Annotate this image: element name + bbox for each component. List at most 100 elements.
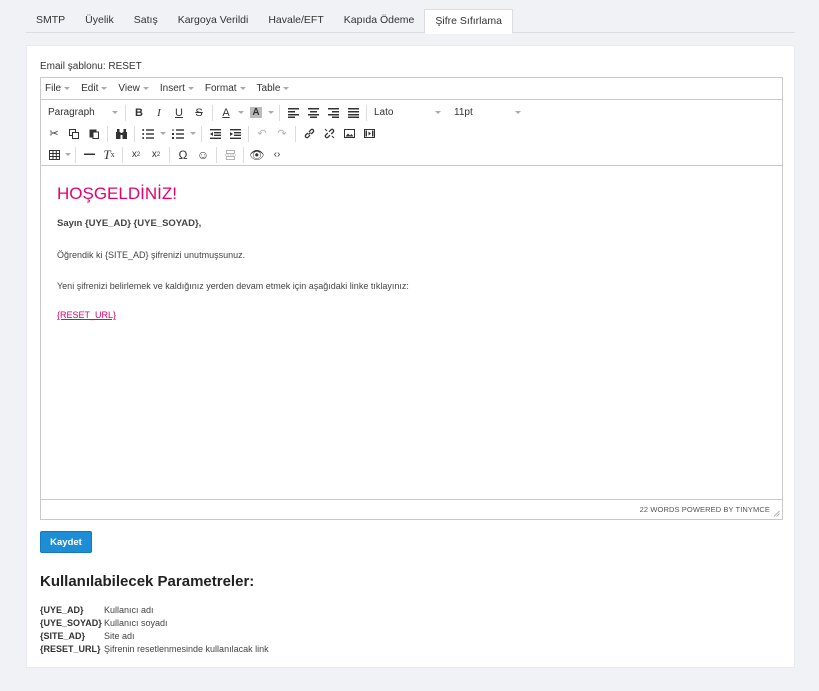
find-replace-icon[interactable]: [111, 124, 131, 143]
toolbar-separator: [248, 125, 249, 142]
chevron-down-icon[interactable]: [64, 145, 72, 164]
menu-table-label: Table: [256, 83, 281, 94]
param-desc: Şifrenin resetlenmesinde kullanılacak li…: [104, 643, 269, 654]
align-center-icon[interactable]: [303, 103, 323, 122]
cut-icon[interactable]: ✂: [44, 124, 64, 143]
numbered-list-icon[interactable]: [168, 124, 188, 143]
tab-satis[interactable]: Satış: [124, 9, 168, 33]
chevron-down-icon: [515, 111, 521, 114]
toolbar-separator: [122, 146, 123, 163]
tab-uyelik[interactable]: Üyelik: [75, 9, 124, 33]
menu-format[interactable]: Format: [205, 83, 246, 94]
toolbar-separator: [243, 146, 244, 163]
bullet-list-icon[interactable]: [138, 124, 158, 143]
word-count-status: 22 WORDS POWERED BY TINYMCE: [639, 505, 770, 514]
tab-sifre-sifirlama[interactable]: Şifre Sıfırlama: [424, 9, 513, 34]
media-icon[interactable]: [359, 124, 379, 143]
special-character-icon[interactable]: Ω: [173, 145, 193, 164]
font-size-value: 11pt: [454, 107, 473, 118]
source-code-icon[interactable]: ‹›: [267, 145, 287, 164]
param-key: {UYE_SOYAD}: [40, 617, 102, 628]
chevron-down-icon: [187, 87, 194, 90]
editor-statusbar: 22 WORDS POWERED BY TINYMCE: [41, 499, 782, 519]
align-justify-icon[interactable]: [343, 103, 363, 122]
horizontal-rule-icon[interactable]: [79, 145, 99, 164]
tab-smtp[interactable]: SMTP: [26, 9, 75, 33]
outdent-icon[interactable]: [205, 124, 225, 143]
params-title: Kullanılabilecek Parametreler:: [40, 573, 255, 590]
toolbar-separator: [75, 146, 76, 163]
chevron-down-icon[interactable]: [188, 124, 198, 143]
tab-havale-eft[interactable]: Havale/EFT: [258, 9, 333, 33]
undo-icon[interactable]: ↶: [252, 124, 272, 143]
editor-menubar: File Edit View Insert Format Table: [41, 78, 782, 100]
indent-icon[interactable]: [225, 124, 245, 143]
menu-file-label: File: [45, 83, 62, 94]
menu-file[interactable]: File: [45, 83, 71, 94]
template-label: Email şablonu: RESET: [40, 61, 142, 72]
subscript-icon[interactable]: x2: [126, 145, 146, 164]
menu-format-label: Format: [204, 83, 237, 94]
chevron-down-icon[interactable]: [158, 124, 168, 143]
font-family-select[interactable]: Lato: [370, 103, 445, 122]
block-format-select[interactable]: Paragraph: [44, 103, 122, 122]
bold-icon[interactable]: B: [129, 103, 149, 122]
menu-edit[interactable]: Edit: [81, 83, 108, 94]
param-row: {SITE_AD} Site adı: [40, 629, 269, 642]
rich-text-editor: File Edit View Insert Format Table Parag…: [40, 77, 783, 520]
tab-kargoya-verildi[interactable]: Kargoya Verildi: [168, 9, 259, 33]
chevron-down-icon: [239, 87, 246, 90]
email-paragraph: Yeni şifrenizi belirlemek ve kaldığınız …: [57, 281, 409, 291]
link-icon[interactable]: [299, 124, 319, 143]
param-row: {UYE_SOYAD} Kullanıcı soyadı: [40, 616, 269, 629]
font-size-select[interactable]: 11pt: [450, 103, 525, 122]
resize-handle-icon[interactable]: [773, 510, 780, 517]
menu-insert[interactable]: Insert: [160, 83, 194, 94]
text-color-icon[interactable]: A: [216, 103, 236, 122]
background-color-icon[interactable]: A: [246, 103, 266, 122]
copy-icon[interactable]: [64, 124, 84, 143]
chevron-down-icon[interactable]: [266, 103, 276, 122]
param-desc: Kullanıcı soyadı: [104, 617, 168, 628]
toolbar-separator: [107, 125, 108, 142]
save-button[interactable]: Kaydet: [40, 531, 92, 553]
preview-icon[interactable]: 👁: [247, 145, 267, 164]
table-icon[interactable]: [44, 145, 64, 164]
emoticon-icon[interactable]: ☺: [193, 145, 213, 164]
chevron-down-icon: [435, 111, 441, 114]
redo-icon[interactable]: ↷: [272, 124, 292, 143]
italic-icon[interactable]: I: [149, 103, 169, 122]
menu-table[interactable]: Table: [257, 83, 290, 94]
toolbar-separator: [216, 146, 217, 163]
chevron-down-icon: [64, 87, 71, 90]
param-row: {RESET_URL} Şifrenin resetlenmesinde kul…: [40, 642, 269, 655]
email-title: HOŞGELDİNİZ!: [57, 184, 177, 203]
params-list: {UYE_AD} Kullanıcı adı {UYE_SOYAD} Kulla…: [40, 603, 269, 655]
clear-formatting-icon[interactable]: Tx: [99, 145, 119, 164]
align-left-icon[interactable]: [283, 103, 303, 122]
page-break-icon[interactable]: [220, 145, 240, 164]
toolbar-separator: [134, 125, 135, 142]
underline-icon[interactable]: U: [169, 103, 189, 122]
chevron-down-icon[interactable]: [236, 103, 246, 122]
toolbar-separator: [201, 125, 202, 142]
menu-view-label: View: [118, 83, 140, 94]
tab-kapida-odeme[interactable]: Kapıda Ödeme: [334, 9, 425, 33]
email-greeting: Sayın {UYE_AD} {UYE_SOYAD},: [57, 218, 202, 229]
align-right-icon[interactable]: [323, 103, 343, 122]
unlink-icon[interactable]: [319, 124, 339, 143]
param-key: {SITE_AD}: [40, 630, 86, 641]
settings-panel: Email şablonu: RESET File Edit View Inse…: [26, 45, 795, 668]
image-icon[interactable]: [339, 124, 359, 143]
reset-url-link[interactable]: {RESET_URL}: [57, 310, 116, 320]
menu-view[interactable]: View: [118, 83, 149, 94]
chevron-down-icon: [283, 87, 290, 90]
paste-icon[interactable]: [84, 124, 104, 143]
strikethrough-icon[interactable]: S: [189, 103, 209, 122]
toolbar-separator: [295, 125, 296, 142]
editor-content[interactable]: HOŞGELDİNİZ! Sayın {UYE_AD} {UYE_SOYAD},…: [41, 167, 782, 500]
superscript-icon[interactable]: x2: [146, 145, 166, 164]
param-desc: Kullanıcı adı: [104, 604, 154, 615]
param-row: {UYE_AD} Kullanıcı adı: [40, 603, 269, 616]
editor-toolbar: Paragraph B I U S A A Lato 11pt ✂ ↶ ↷ T …: [41, 100, 782, 166]
